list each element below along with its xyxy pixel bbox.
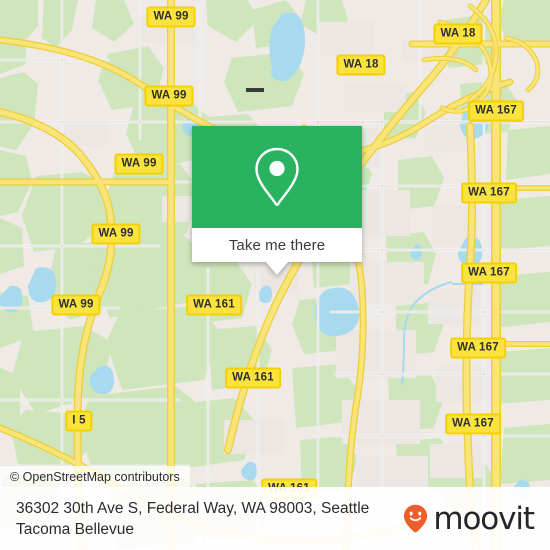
- take-me-there-label: Take me there: [228, 236, 326, 254]
- road-shield: WA 99: [51, 294, 101, 316]
- take-me-there-button[interactable]: Take me there: [192, 228, 362, 275]
- road-shield: WA 99: [144, 85, 194, 107]
- location-callout[interactable]: Take me there: [192, 126, 362, 275]
- road-shield: WA 99: [114, 153, 164, 175]
- callout-pin-panel: [192, 126, 362, 228]
- road-shield: WA 167: [461, 262, 517, 284]
- road-shield: WA 167: [468, 100, 524, 122]
- osm-attribution[interactable]: © OpenStreetMap contributors: [0, 466, 190, 489]
- road-shield: WA 167: [461, 182, 517, 204]
- road-shield: WA 18: [336, 54, 386, 76]
- location-pin-icon: [255, 147, 299, 206]
- road-shield: WA 161: [186, 294, 242, 316]
- map-dark-segment: [246, 88, 264, 92]
- road-shield: WA 18: [433, 23, 483, 45]
- moovit-smiley-pin-icon: [404, 504, 428, 533]
- road-shield: WA 99: [91, 223, 141, 245]
- moovit-brand[interactable]: moovit: [403, 500, 535, 537]
- road-shield: WA 167: [450, 337, 506, 359]
- road-shield: WA 167: [445, 413, 501, 435]
- road-shield: WA 99: [146, 6, 196, 28]
- road-shield: I 5: [65, 410, 93, 432]
- callout-tail: [266, 262, 288, 275]
- footer-bar: 36302 30th Ave S, Federal Way, WA 98003,…: [0, 487, 550, 550]
- map-screenshot: WA 99 WA 18 WA 18 WA 99 WA 167 WA 99 WA 167 WA …: [0, 0, 550, 550]
- address-text: 36302 30th Ave S, Federal Way, WA 98003,…: [16, 499, 370, 538]
- road-shield: WA 161: [225, 367, 281, 389]
- moovit-wordmark: moovit: [433, 500, 535, 537]
